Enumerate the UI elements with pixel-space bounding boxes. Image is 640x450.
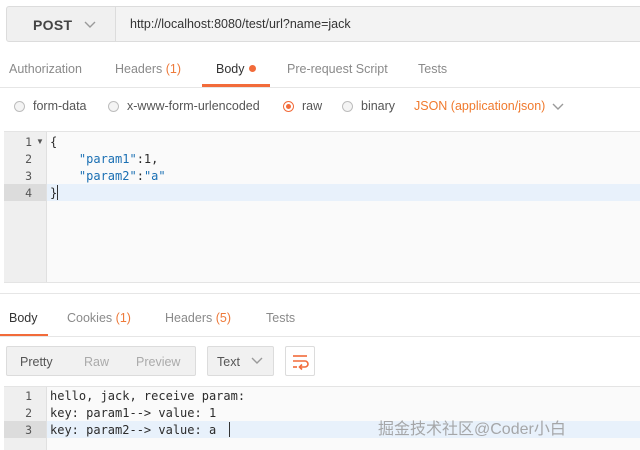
tab-body-label: Body [216, 62, 245, 76]
line-number: 3 [25, 169, 32, 183]
line-number: 2 [25, 406, 32, 420]
tab-headers-count: (1) [165, 62, 182, 76]
output-line: key: param1--> value: 1 [50, 406, 217, 420]
tab-pre-request-script[interactable]: Pre-request Script [287, 62, 388, 76]
response-tab-headers-count: (5) [215, 311, 232, 325]
text-caret [229, 422, 230, 437]
code-line: "param2":"a" [50, 169, 166, 183]
chevron-down-icon [251, 357, 263, 364]
line-number: 1 [25, 135, 32, 149]
pretty-button[interactable]: Pretty [20, 355, 53, 369]
line-number: 4 [25, 186, 32, 200]
json-colon: : [136, 169, 144, 183]
json-value: "a" [143, 169, 166, 183]
tab-headers-label: Headers [115, 62, 163, 76]
active-line [47, 184, 640, 201]
tab-body[interactable]: Body [216, 62, 256, 76]
tab-headers[interactable]: Headers (1) [115, 62, 181, 76]
response-tab-cookies-count: (1) [115, 311, 131, 325]
chevron-down-icon[interactable] [551, 100, 565, 114]
raw-button[interactable]: Raw [84, 355, 109, 369]
response-tab-body[interactable]: Body [9, 311, 38, 325]
line-number: 3 [25, 423, 32, 437]
radio-icon [14, 100, 25, 112]
wrap-lines-icon [293, 355, 309, 371]
code-line: { [50, 135, 58, 149]
response-tab-cookies-label: Cookies [67, 311, 113, 325]
radio-form-data[interactable]: form-data [14, 99, 87, 113]
preview-button[interactable]: Preview [136, 355, 180, 369]
request-bar: POST http://localhost:8080/test/url?name… [0, 0, 640, 48]
radio-icon [108, 100, 119, 112]
radio-icon [342, 100, 353, 112]
radio-binary[interactable]: binary [342, 99, 395, 113]
url-text: http://localhost:8080/test/url?name=jack [130, 17, 351, 31]
json-key: "param2" [78, 169, 137, 183]
response-tab-tests[interactable]: Tests [266, 311, 295, 325]
divider [0, 87, 640, 88]
fold-arrow-icon[interactable]: ▼ [36, 137, 44, 146]
json-key: "param1" [78, 152, 137, 166]
radio-raw[interactable]: raw [283, 99, 322, 113]
method-dropdown[interactable]: POST [6, 6, 116, 42]
watermark: 掘金技术社区@Coder小白 [378, 421, 566, 438]
chevron-down-icon [84, 21, 96, 28]
divider [0, 293, 640, 294]
radio-selected-icon [283, 100, 294, 112]
content-type-dropdown[interactable]: JSON (application/json) [414, 99, 545, 113]
output-line: hello, jack, receive param: [50, 389, 246, 403]
radio-urlencoded[interactable]: x-www-form-urlencoded [108, 99, 260, 113]
radio-binary-label: binary [361, 99, 396, 113]
output-line: key: param2--> value: a [50, 423, 217, 437]
radio-raw-label: raw [302, 99, 323, 113]
method-label: POST [33, 17, 73, 33]
json-value: :1, [136, 152, 159, 166]
tab-authorization[interactable]: Authorization [9, 62, 82, 76]
wrap-lines-button[interactable] [285, 346, 315, 376]
modified-dot-icon [248, 65, 256, 72]
format-label: Text [217, 355, 240, 369]
response-tab-cookies[interactable]: Cookies (1) [67, 311, 131, 325]
tab-tests[interactable]: Tests [418, 62, 447, 76]
response-tab-headers-label: Headers [165, 311, 213, 325]
line-number: 1 [25, 389, 32, 403]
response-tab-headers[interactable]: Headers (5) [165, 311, 231, 325]
line-number: 2 [25, 152, 32, 166]
request-body-editor[interactable]: 1 ▼ 2 3 4 { "param1":1, "param2":"a" } [4, 131, 640, 283]
url-input[interactable]: http://localhost:8080/test/url?name=jack [116, 6, 640, 42]
radio-form-data-label: form-data [33, 99, 87, 113]
text-caret [57, 185, 58, 200]
divider [0, 336, 640, 337]
radio-urlencoded-label: x-www-form-urlencoded [127, 99, 260, 113]
code-line: "param1":1, [50, 152, 158, 166]
